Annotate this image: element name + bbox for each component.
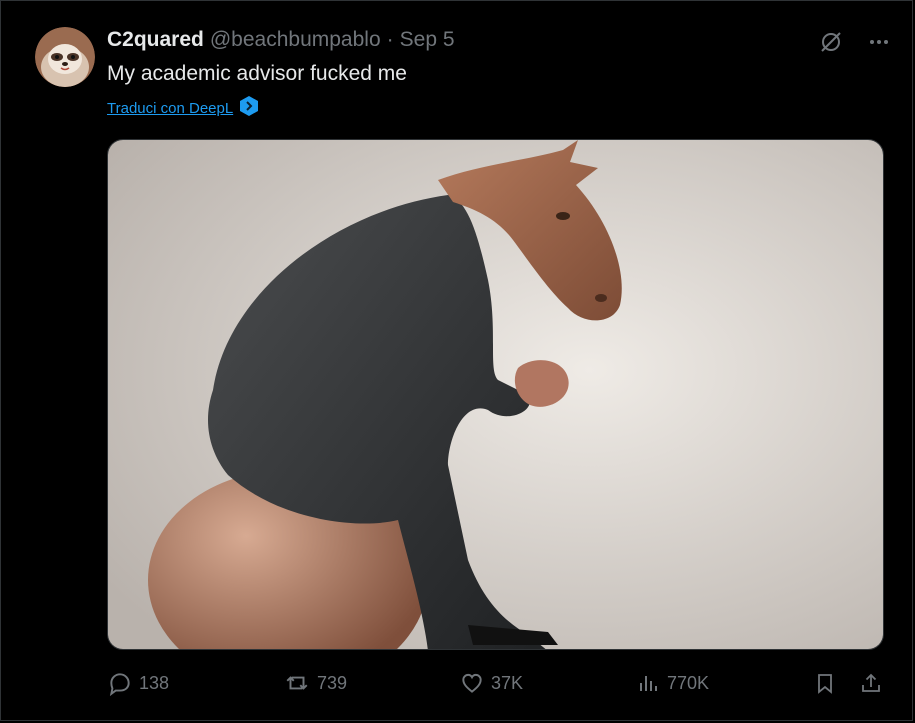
- share-icon: [859, 670, 883, 696]
- translate-link[interactable]: Traduci con DeepL: [107, 95, 259, 121]
- reply-count: 138: [139, 672, 170, 693]
- views-button[interactable]: 770K: [637, 670, 709, 696]
- grok-icon[interactable]: [817, 28, 845, 56]
- repost-count: 739: [317, 672, 348, 693]
- bookmark-button[interactable]: [813, 670, 837, 696]
- views-icon: [637, 670, 661, 696]
- reply-icon: [107, 670, 133, 696]
- repost-icon: [283, 670, 311, 696]
- like-button[interactable]: 37K: [459, 670, 523, 696]
- user-handle[interactable]: @beachbumpablo: [210, 28, 381, 52]
- repost-button[interactable]: 739: [283, 670, 347, 696]
- like-icon: [459, 670, 485, 696]
- bookmark-icon: [813, 670, 837, 696]
- tweet-text: My academic advisor fucked me: [107, 62, 407, 85]
- separator-dot: ·: [386, 28, 394, 51]
- more-icon[interactable]: [865, 28, 893, 56]
- views-count: 770K: [667, 672, 710, 693]
- display-name[interactable]: C2quared: [107, 28, 204, 52]
- top-right-actions: [817, 28, 893, 56]
- action-bar: 138 739 37K 770K: [107, 670, 887, 700]
- tweet-header: C2quared @beachbumpablo · Sep 5: [107, 28, 455, 56]
- tweet-date[interactable]: Sep 5: [400, 28, 455, 52]
- tweet-image[interactable]: [107, 139, 884, 650]
- reply-button[interactable]: 138: [107, 670, 169, 696]
- deepl-icon: [239, 95, 259, 121]
- avatar[interactable]: [35, 27, 95, 87]
- share-button[interactable]: [859, 670, 883, 696]
- like-count: 37K: [491, 672, 524, 693]
- translate-label[interactable]: Traduci con DeepL: [107, 100, 233, 117]
